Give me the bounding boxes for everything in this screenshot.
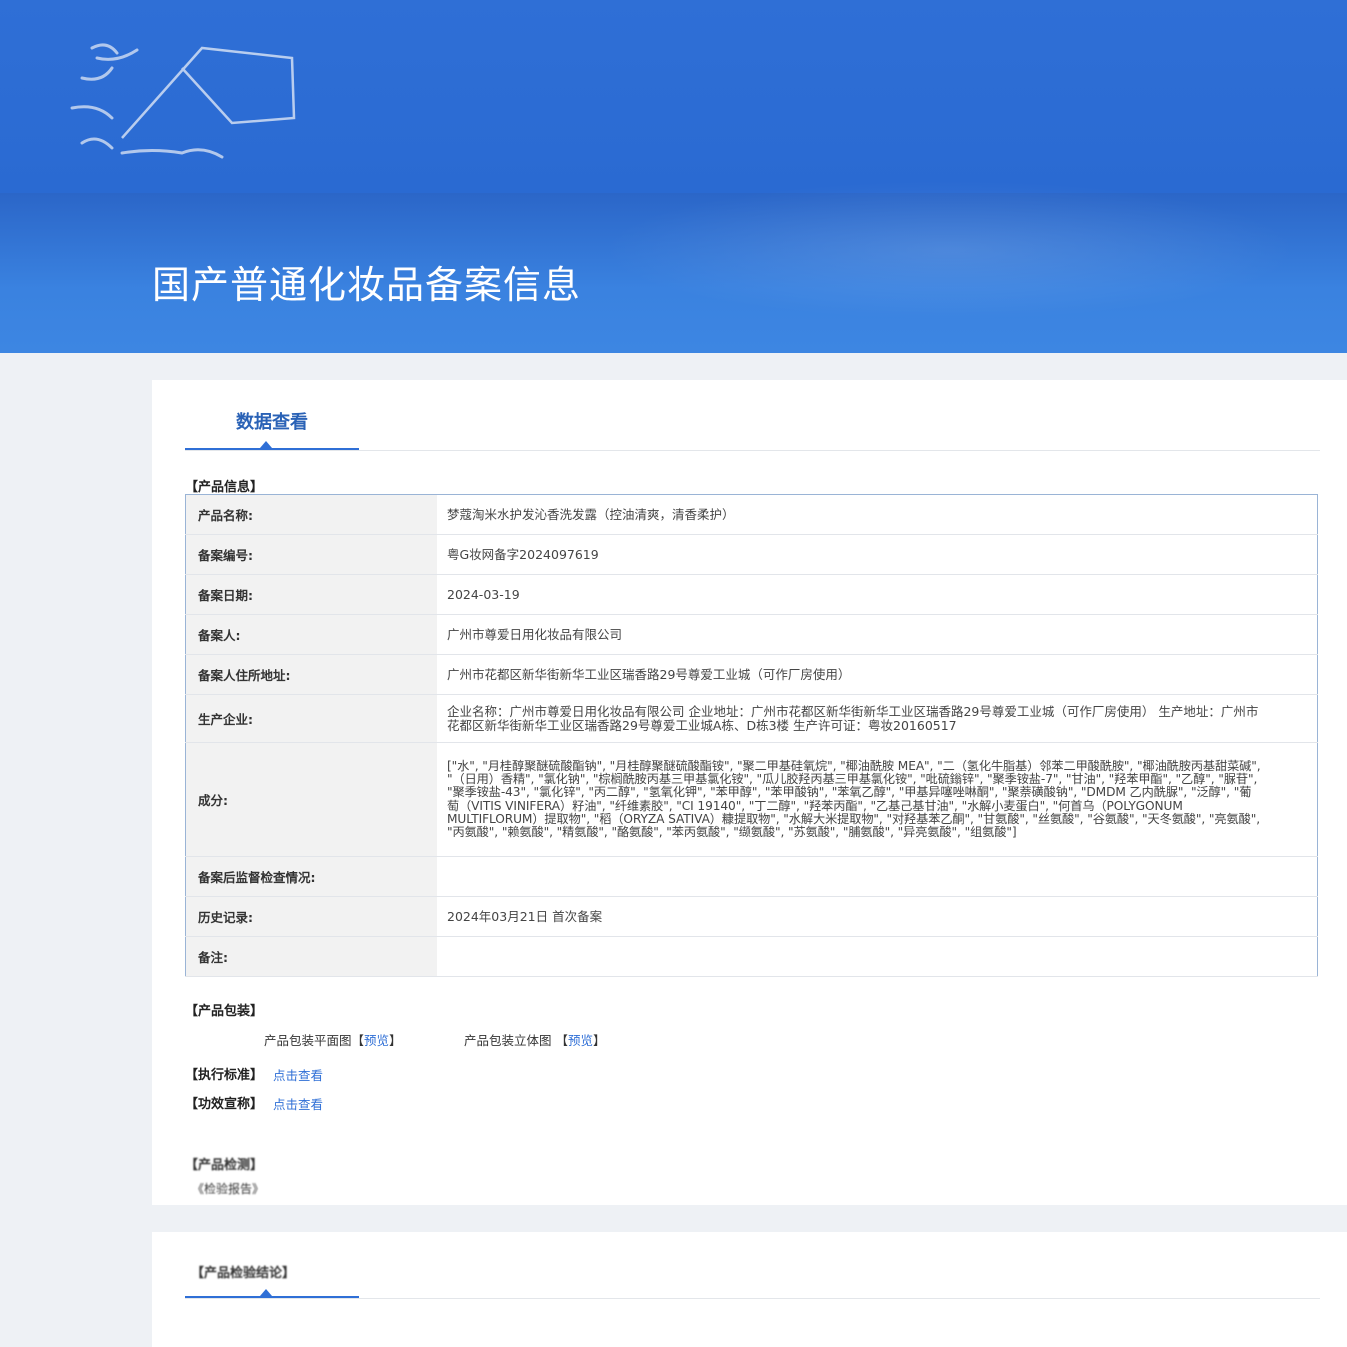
row-value: ["水", "月桂醇聚醚硫酸酯钠", "月桂醇聚醚硫酸酯铵", "聚二甲基硅氧烷… [437, 742, 1318, 857]
row-label: 成分: [185, 742, 437, 857]
section-title-packaging: 【产品包装】 [185, 1004, 264, 1019]
standard-view-link[interactable]: 点击查看 [273, 1065, 323, 1084]
row-value [437, 856, 1318, 897]
tab-caret-icon [260, 441, 272, 448]
table-row: 备案人住所地址: 广州市花都区新华街新华工业区瑞香路29号尊爱工业城（可作厂房使… [185, 654, 1318, 695]
content-panel: 数据查看 【产品信息】 产品名称: 梦蔻淘米水护发沁香洗发露（控油清爽，清香柔护… [152, 380, 1347, 1205]
calligraphy-logo-icon [70, 43, 296, 159]
bracket-open: 【 [555, 1033, 569, 1048]
section-title-conclusion: 【产品检验结论】 [191, 1266, 296, 1281]
bracket-close: 】 [389, 1033, 402, 1048]
row-label: 备案人住所地址: [185, 654, 437, 695]
packaging-solid-item: 产品包装立体图 【预览】 [464, 1030, 606, 1049]
packaging-flat-label: 产品包装平面图 [264, 1033, 352, 1048]
table-row: 历史记录: 2024年03月21日 首次备案 [185, 896, 1318, 937]
table-row: 备案日期: 2024-03-19 [185, 574, 1318, 615]
section-title-testing: 【产品检测】 [185, 1158, 264, 1173]
bracket-close: 】 [593, 1033, 606, 1048]
tab-data-view[interactable]: 数据查看 [185, 408, 359, 434]
packaging-solid-label: 产品包装立体图 [464, 1033, 552, 1048]
conclusion-panel: 【产品检验结论】 [152, 1232, 1347, 1347]
tab-bar-2: 【产品检验结论】 [185, 1232, 1320, 1299]
bracket-open: 【 [351, 1033, 365, 1048]
section-title-standard: 【执行标准】 [185, 1068, 264, 1083]
tab-active-underline [185, 448, 359, 450]
row-value [437, 936, 1318, 977]
tab-bar: 数据查看 [185, 380, 1320, 451]
row-label: 备案编号: [185, 534, 437, 575]
row-value: 企业名称：广州市尊爱日用化妆品有限公司 企业地址：广州市花都区新华街新华工业区瑞… [437, 694, 1318, 743]
table-row: 备案编号: 粤G妆网备字2024097619 [185, 534, 1318, 575]
table-row: 生产企业: 企业名称：广州市尊爱日用化妆品有限公司 企业地址：广州市花都区新华街… [185, 694, 1318, 743]
row-value: 广州市尊爱日用化妆品有限公司 [437, 614, 1318, 655]
row-value: 2024-03-19 [437, 574, 1318, 615]
table-row: 成分: ["水", "月桂醇聚醚硫酸酯钠", "月桂醇聚醚硫酸酯铵", "聚二甲… [185, 742, 1318, 857]
section-title-efficacy: 【功效宣称】 [185, 1097, 264, 1112]
packaging-flat-item: 产品包装平面图【预览】 [264, 1030, 402, 1049]
table-row: 产品名称: 梦蔻淘米水护发沁香洗发露（控油清爽，清香柔护） [185, 494, 1318, 535]
table-row: 备案人: 广州市尊爱日用化妆品有限公司 [185, 614, 1318, 655]
row-value: 粤G妆网备字2024097619 [437, 534, 1318, 575]
row-value: 2024年03月21日 首次备案 [437, 896, 1318, 937]
tab-active-underline-2 [185, 1296, 359, 1298]
row-label: 历史记录: [185, 896, 437, 937]
row-label: 备案后监督检查情况: [185, 856, 437, 897]
row-value: 梦蔻淘米水护发沁香洗发露（控油清爽，清香柔护） [437, 494, 1318, 535]
table-row: 备案后监督检查情况: [185, 856, 1318, 897]
product-info-table: 产品名称: 梦蔻淘米水护发沁香洗发露（控油清爽，清香柔护） 备案编号: 粤G妆网… [185, 494, 1318, 977]
efficacy-view-link[interactable]: 点击查看 [273, 1094, 323, 1113]
header-banner: 国产普通化妆品备案信息 [0, 0, 1347, 353]
row-value: 广州市花都区新华街新华工业区瑞香路29号尊爱工业城（可作厂房使用） [437, 654, 1318, 695]
packaging-solid-preview-link[interactable]: 预览 [568, 1033, 593, 1048]
tab-caret-icon-2 [260, 1289, 272, 1296]
row-label: 备注: [185, 936, 437, 977]
row-label: 备案日期: [185, 574, 437, 615]
testing-report-link[interactable]: 《检验报告》 [192, 1180, 264, 1197]
row-label: 备案人: [185, 614, 437, 655]
page-title: 国产普通化妆品备案信息 [152, 263, 582, 307]
table-row: 备注: [185, 936, 1318, 977]
packaging-flat-preview-link[interactable]: 预览 [364, 1033, 389, 1048]
section-title-product-info: 【产品信息】 [185, 480, 264, 495]
row-label: 产品名称: [185, 494, 437, 535]
banner-glow [600, 180, 1300, 320]
row-label: 生产企业: [185, 694, 437, 743]
